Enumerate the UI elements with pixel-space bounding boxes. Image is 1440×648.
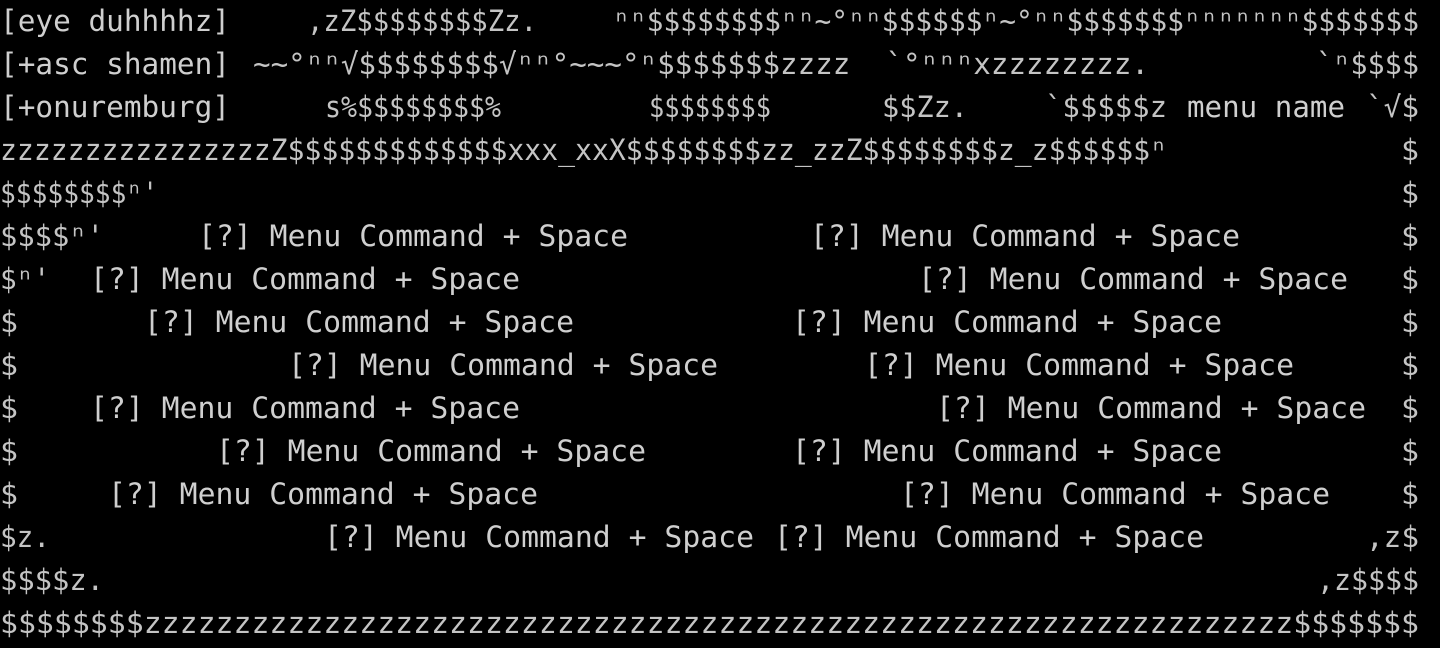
frame-left-edge: $ⁿ' <box>0 262 50 296</box>
frame-right-edge: $ <box>1401 133 1419 167</box>
row-14: $$$$z. ,z$$$$ <box>0 559 1440 602</box>
menu-command-1[interactable]: [?] Menu Command + Space <box>198 215 628 258</box>
menu-command-11[interactable]: [?] Menu Command + Space <box>216 430 646 473</box>
frame-left-edge: $ <box>0 305 18 339</box>
row-13: $z. [?] Menu Command + Space [?] Menu Co… <box>0 516 1440 559</box>
menu-command-4[interactable]: [?] Menu Command + Space <box>918 258 1348 301</box>
logo-art-fragment: `√$ <box>1366 90 1419 124</box>
row-3: [+onuremburg] s%$$$$$$$$% $$$$$$$$ $$Zz.… <box>0 86 1440 129</box>
logo-art-fragment: ~~°ⁿⁿ√$$$$$$$$√ⁿⁿ°~~~°ⁿ$$$$$$$zzzz `°ⁿⁿⁿ… <box>253 47 1149 81</box>
frame-right-edge: ,z$ <box>1366 520 1419 554</box>
menu-command-2[interactable]: [?] Menu Command + Space <box>810 215 1240 258</box>
row-6: $$$$ⁿ' [?] Menu Command + Space [?] Menu… <box>0 215 1440 258</box>
menu-command-14[interactable]: [?] Menu Command + Space <box>900 473 1330 516</box>
row-12: $ [?] Menu Command + Space [?] Menu Comm… <box>0 473 1440 516</box>
menu-item-asc-shamen[interactable]: [+asc shamen] <box>0 43 230 86</box>
row-15: $$$$$$$$zzzzzzzzzzzzzzzzzzzzzzzzzzzzzzzz… <box>0 602 1440 645</box>
row-10: $ [?] Menu Command + Space [?] Menu Comm… <box>0 387 1440 430</box>
frame-left-edge: $ <box>0 477 18 511</box>
row-5: $$$$$$$$ⁿ' $ <box>0 172 1440 215</box>
row-11: $ [?] Menu Command + Space [?] Menu Comm… <box>0 430 1440 473</box>
menu-command-3[interactable]: [?] Menu Command + Space <box>90 258 520 301</box>
menu-command-16[interactable]: [?] Menu Command + Space <box>774 516 1204 559</box>
logo-art-fragment: $$Zz. <box>882 90 968 124</box>
menu-command-5[interactable]: [?] Menu Command + Space <box>144 301 574 344</box>
row-2: [+asc shamen] ~~°ⁿⁿ√$$$$$$$$√ⁿⁿ°~~~°ⁿ$$$… <box>0 43 1440 86</box>
frame-right-edge: ,z$$$$ <box>1317 563 1419 597</box>
frame-left-edge: $$$$ⁿ' <box>0 219 104 253</box>
menu-command-6[interactable]: [?] Menu Command + Space <box>792 301 1222 344</box>
frame-right-edge: $ <box>1401 176 1419 210</box>
menu-command-9[interactable]: [?] Menu Command + Space <box>90 387 520 430</box>
frame-left-edge: $ <box>0 348 18 382</box>
frame-left-edge: $z. <box>0 520 50 554</box>
menu-name-label[interactable]: menu name <box>1187 86 1345 129</box>
frame-left-edge: $ <box>0 434 18 468</box>
frame-right-edge: $ <box>1401 391 1419 425</box>
menu-command-10[interactable]: [?] Menu Command + Space <box>936 387 1366 430</box>
row-9: $ [?] Menu Command + Space [?] Menu Comm… <box>0 344 1440 387</box>
frame-right-edge: $ <box>1401 219 1419 253</box>
frame-bottom-edge: $$$$$$$$zzzzzzzzzzzzzzzzzzzzzzzzzzzzzzzz… <box>0 606 1419 640</box>
logo-art-fragment: `$$$$$z <box>1045 90 1167 124</box>
ascii-menu-screen: [eye duhhhhz] ,zZ$$$$$$$$Zz. ⁿⁿ$$$$$$$$ⁿ… <box>0 0 1440 648</box>
frame-left-edge: $ <box>0 391 18 425</box>
logo-art-fragment: ,zZ$$$$$$$$Zz. <box>307 4 537 38</box>
row-1: [eye duhhhhz] ,zZ$$$$$$$$Zz. ⁿⁿ$$$$$$$$ⁿ… <box>0 0 1440 43</box>
menu-command-12[interactable]: [?] Menu Command + Space <box>792 430 1222 473</box>
row-4: zzzzzzzzzzzzzzzzZ$$$$$$$$$$$$$xxx_xxX$$$… <box>0 129 1440 172</box>
logo-art-fragment: $$$$$$$$ <box>649 90 771 124</box>
logo-art-fragment: ⁿⁿ$$$$$$$$ⁿⁿ~°ⁿⁿ$$$$$$ⁿ~°ⁿⁿ$$$$$$$ⁿⁿⁿⁿⁿⁿ… <box>613 4 1419 38</box>
menu-command-15[interactable]: [?] Menu Command + Space <box>324 516 754 559</box>
frame-right-edge: $ <box>1401 262 1419 296</box>
logo-art-fragment: s%$$$$$$$$% <box>325 90 501 124</box>
frame-right-edge: $ <box>1401 348 1419 382</box>
row-8: $ [?] Menu Command + Space [?] Menu Comm… <box>0 301 1440 344</box>
frame-left-edge: $$$$z. <box>0 563 104 597</box>
row-7: $ⁿ' [?] Menu Command + Space [?] Menu Co… <box>0 258 1440 301</box>
menu-item-onuremburg[interactable]: [+onuremburg] <box>0 86 230 129</box>
frame-right-edge: $ <box>1401 477 1419 511</box>
menu-command-8[interactable]: [?] Menu Command + Space <box>864 344 1294 387</box>
menu-command-13[interactable]: [?] Menu Command + Space <box>108 473 538 516</box>
logo-art-fragment: `ⁿ$$$$ <box>1316 47 1419 81</box>
frame-left-edge: $$$$$$$$ⁿ' <box>0 176 158 210</box>
menu-item-eye-duhhhhz[interactable]: [eye duhhhhz] <box>0 0 230 43</box>
menu-command-7[interactable]: [?] Menu Command + Space <box>288 344 718 387</box>
frame-right-edge: $ <box>1401 434 1419 468</box>
frame-right-edge: $ <box>1401 305 1419 339</box>
logo-art-base: zzzzzzzzzzzzzzzzZ$$$$$$$$$$$$$xxx_xxX$$$… <box>0 133 1167 167</box>
